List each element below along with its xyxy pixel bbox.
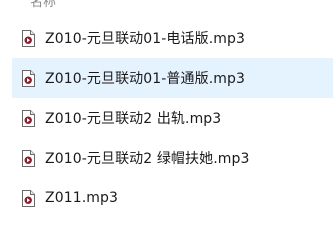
file-name: Z010-元旦联动01-普通版.mp3: [45, 71, 246, 87]
audio-file-icon: [22, 189, 35, 207]
column-header-name[interactable]: 名称: [30, 0, 56, 10]
file-list: Z010-元旦联动01-电话版.mp3 Z010-元旦联动01-普通版.mp3 …: [0, 18, 333, 218]
file-name: Z010-元旦联动2 出轨.mp3: [45, 111, 222, 127]
audio-file-icon: [22, 29, 35, 47]
file-explorer-list-view: 名称 Z010-元旦联动01-电话版.mp3 Z010-元旦联动01-普通版.m…: [0, 0, 333, 241]
file-name: Z010-元旦联动2 绿帽扶她.mp3: [45, 151, 250, 167]
audio-file-icon: [22, 69, 35, 87]
file-name: Z010-元旦联动01-电话版.mp3: [45, 31, 246, 47]
list-item[interactable]: Z010-元旦联动2 出轨.mp3: [0, 98, 333, 138]
audio-file-icon: [22, 109, 35, 127]
audio-file-icon: [22, 149, 35, 167]
list-item[interactable]: Z010-元旦联动01-普通版.mp3: [12, 58, 333, 98]
list-item[interactable]: Z011.mp3: [0, 178, 333, 218]
list-item[interactable]: Z010-元旦联动2 绿帽扶她.mp3: [0, 138, 333, 178]
file-name: Z011.mp3: [45, 190, 118, 206]
list-item[interactable]: Z010-元旦联动01-电话版.mp3: [0, 18, 333, 58]
